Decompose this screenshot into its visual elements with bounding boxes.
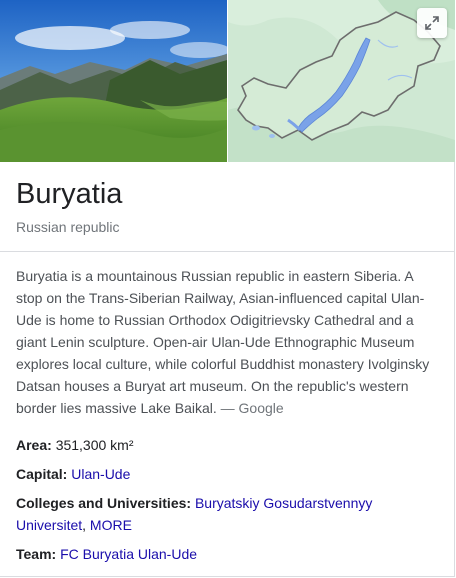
entity-subtitle: Russian republic <box>16 219 120 235</box>
fact-area-value: 351,300 km² <box>55 437 134 453</box>
description-text: Buryatia is a mountainous Russian republ… <box>16 268 430 416</box>
entity-title: Buryatia <box>16 178 123 210</box>
knowledge-panel: Buryatia Russian republic Buryatia is a … <box>0 0 455 577</box>
expand-map-button[interactable] <box>417 8 447 38</box>
fact-area-label: Area: <box>16 437 52 453</box>
landscape-photo-image <box>0 0 227 162</box>
fact-area: Area: 351,300 km² <box>16 434 436 456</box>
team-link[interactable]: FC Buryatia Ulan-Ude <box>60 546 197 562</box>
landscape-photo[interactable] <box>0 0 227 162</box>
entity-description: Buryatia is a mountainous Russian republ… <box>16 265 436 419</box>
region-map[interactable] <box>228 0 455 162</box>
capital-link[interactable]: Ulan-Ude <box>71 466 130 482</box>
fact-colleges-label: Colleges and Universities: <box>16 495 192 511</box>
fact-capital: Capital: Ulan-Ude <box>16 463 436 485</box>
fact-team: Team: FC Buryatia Ulan-Ude <box>16 543 436 565</box>
fact-team-label: Team: <box>16 546 57 562</box>
fact-colleges: Colleges and Universities: Buryatskiy Go… <box>16 492 436 536</box>
expand-icon <box>425 16 439 30</box>
fact-colleges-separator: , <box>82 517 90 533</box>
fact-capital-label: Capital: <box>16 466 68 482</box>
more-colleges-link[interactable]: MORE <box>90 517 132 533</box>
media-row <box>0 0 455 162</box>
title-block: Buryatia Russian republic <box>0 162 455 252</box>
description-source: — Google <box>220 400 284 416</box>
